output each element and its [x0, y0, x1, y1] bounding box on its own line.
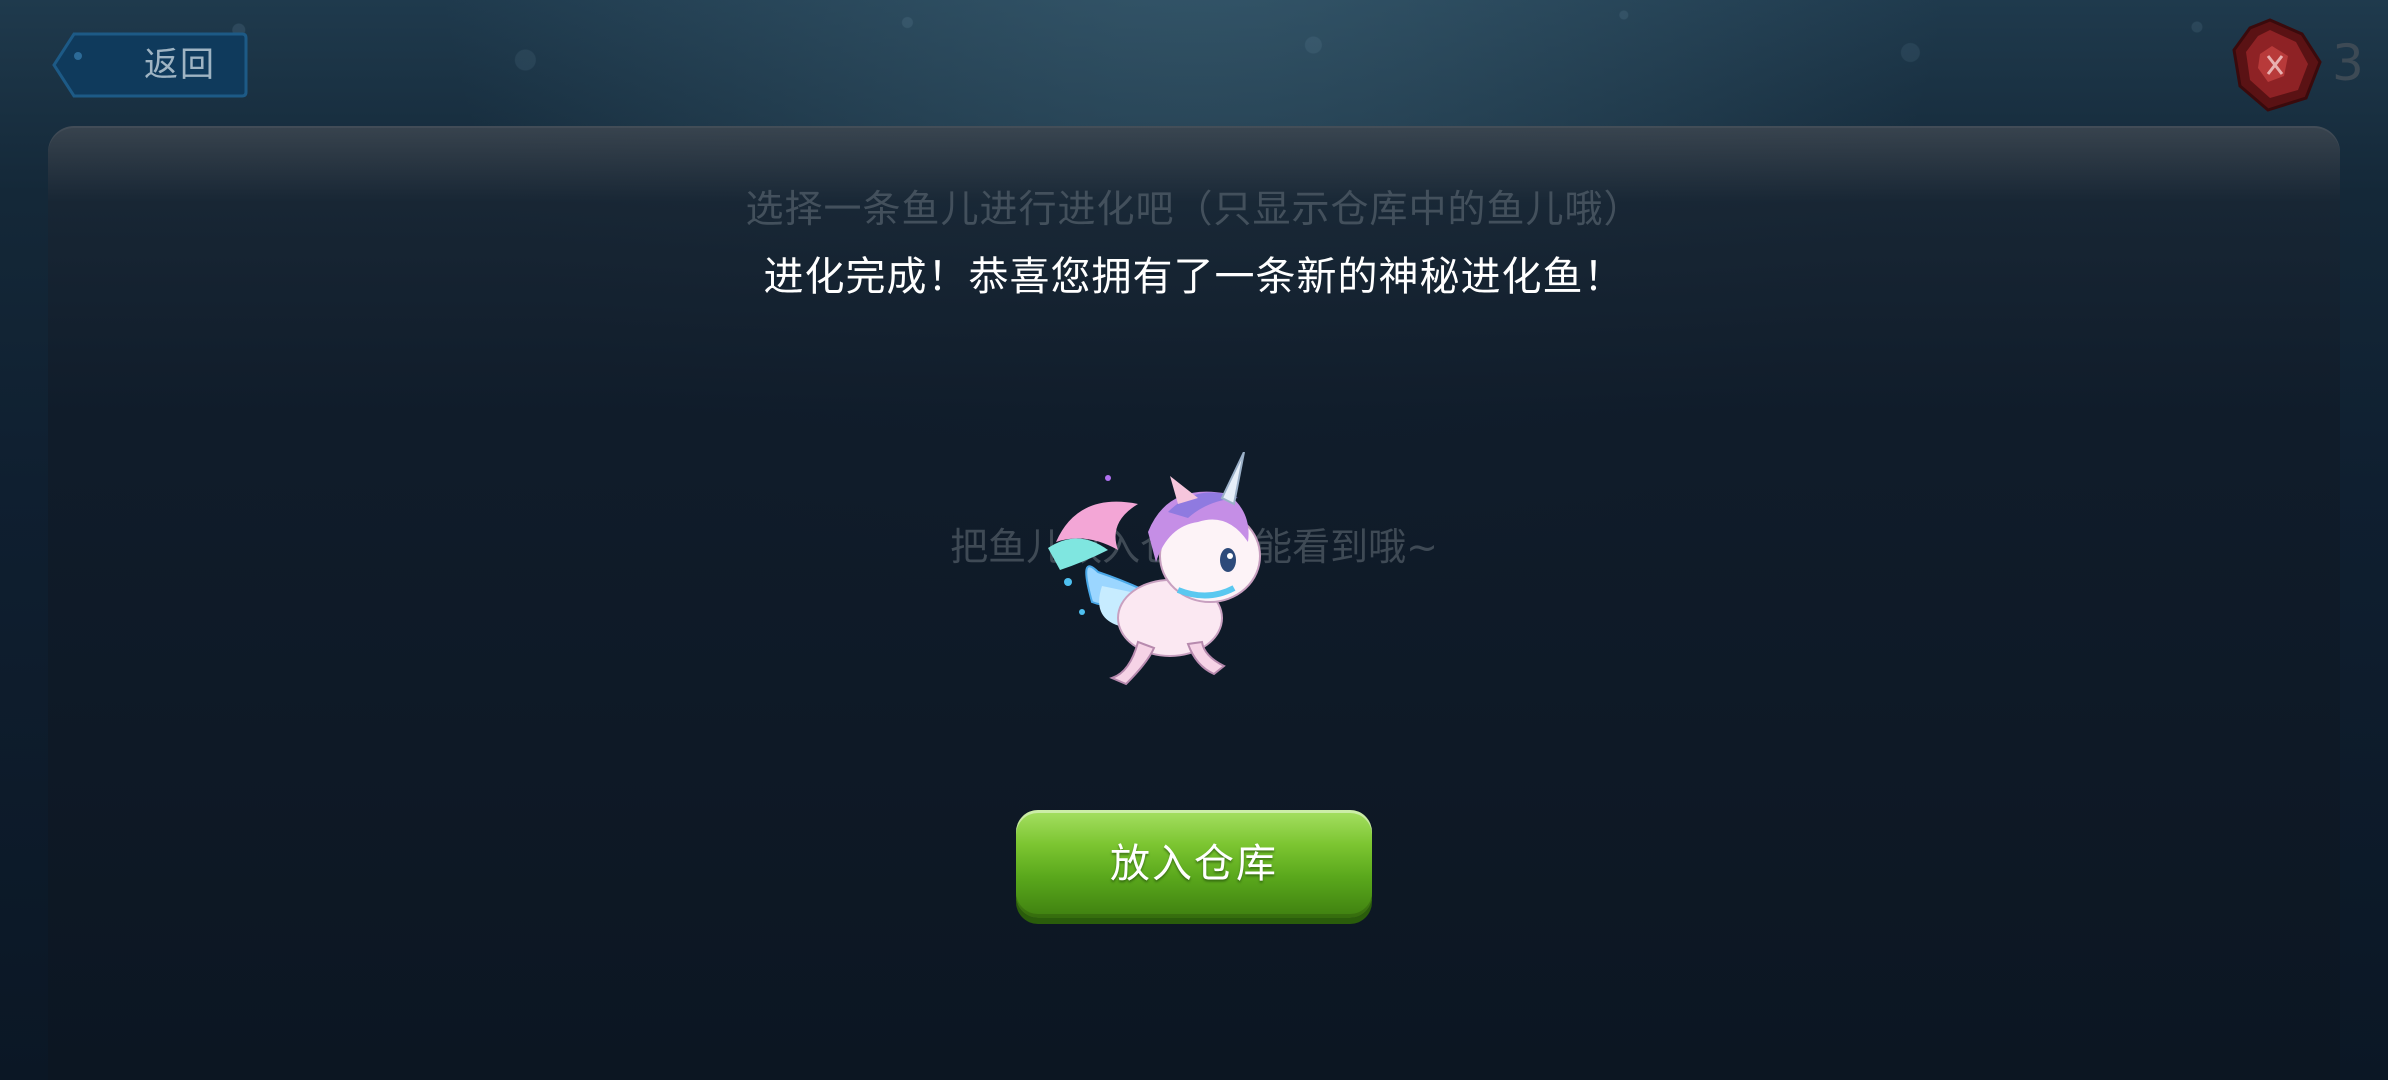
game-scene: 返回 3 选择一条鱼儿进行进化吧（只显示仓库中的鱼儿哦） 进化完成！恭喜您拥有了…: [0, 0, 2388, 1080]
back-button[interactable]: 返回: [52, 32, 248, 98]
gem-counter: 3: [2228, 16, 2368, 112]
red-gem-icon: [2232, 18, 2322, 112]
gem-count: 3: [2332, 34, 2364, 92]
unicorn-fish-image: [1048, 452, 1261, 686]
evolution-result-message: 进化完成！恭喜您拥有了一条新的神秘进化鱼！: [763, 254, 1625, 300]
put-in-storage-button[interactable]: 放入仓库: [1016, 810, 1372, 918]
back-label: 返回: [144, 45, 216, 85]
select-fish-hint: 选择一条鱼儿进行进化吧（只显示仓库中的鱼儿哦）: [745, 187, 1643, 231]
back-arrow-icon: [74, 52, 82, 60]
